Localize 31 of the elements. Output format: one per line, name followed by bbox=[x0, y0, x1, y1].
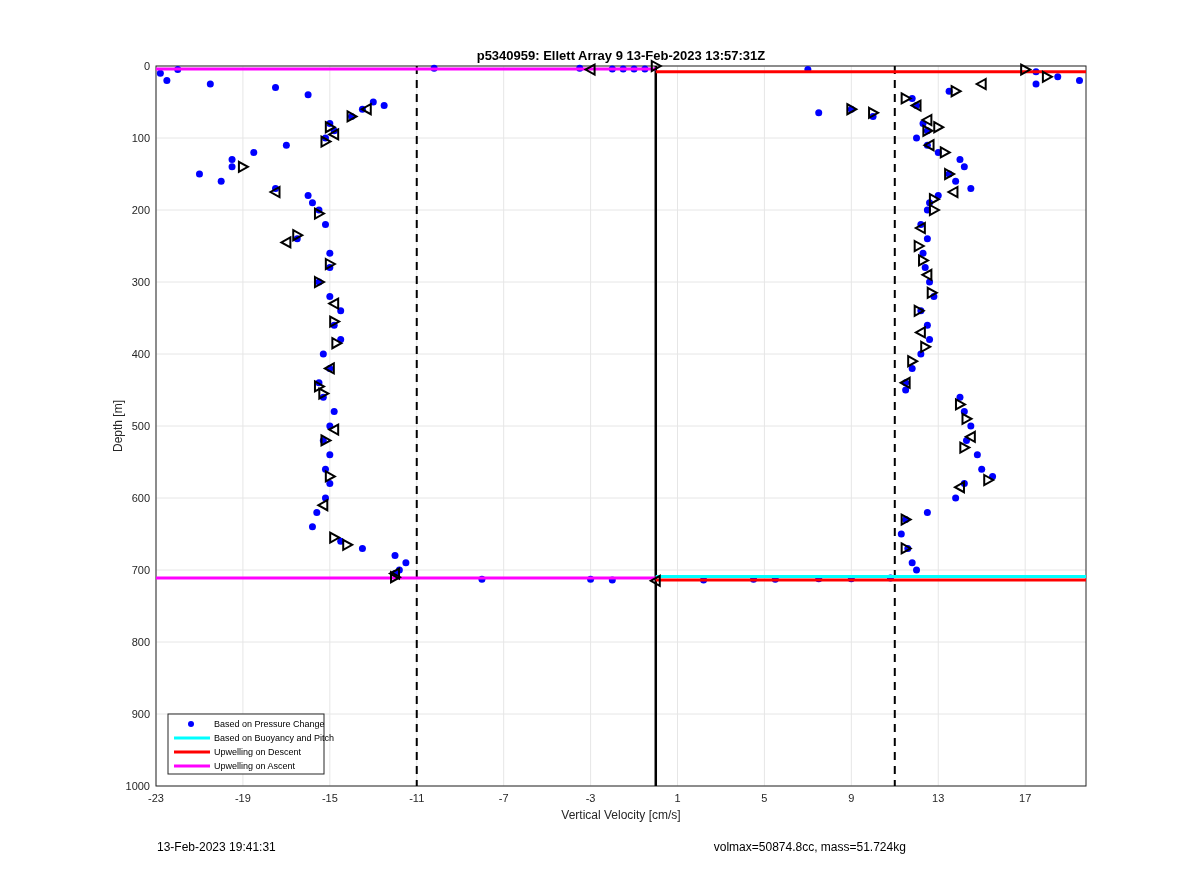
tick-label: 1000 bbox=[125, 780, 150, 792]
summary-text: volmax=50874.8cc, mass=51.724kg bbox=[713, 840, 906, 854]
legend-label: Based on Buoyancy and Pitch bbox=[214, 733, 335, 743]
tick-label: 800 bbox=[131, 636, 150, 648]
tick-label: -15 bbox=[321, 792, 338, 804]
chart-title: p5340959: Ellett Array 9 13-Feb-2023 13:57:31Z bbox=[476, 48, 766, 63]
tick-label: 400 bbox=[131, 348, 150, 360]
legend-label: Upwelling on Descent bbox=[214, 747, 302, 757]
tick-label: -11 bbox=[409, 792, 425, 804]
tick-label: 500 bbox=[131, 420, 150, 432]
tick-label: -19 bbox=[234, 792, 251, 804]
legend-label: Upwelling on Ascent bbox=[214, 761, 296, 771]
tick-label: 5 bbox=[761, 792, 768, 804]
tick-label: 200 bbox=[131, 204, 150, 216]
axis-label: Depth [m] bbox=[111, 400, 125, 452]
axis-label: Vertical Velocity [cm/s] bbox=[561, 808, 681, 822]
tick-label: -23 bbox=[148, 792, 164, 804]
tick-label: 100 bbox=[131, 132, 150, 144]
tick-label: -7 bbox=[498, 792, 509, 804]
tick-label: 900 bbox=[131, 708, 150, 720]
tick-label: 9 bbox=[848, 792, 855, 804]
tick-label: 700 bbox=[131, 564, 150, 576]
tick-label: -3 bbox=[585, 792, 596, 804]
tick-label: 13 bbox=[932, 792, 945, 804]
tick-label: 0 bbox=[143, 60, 150, 72]
timestamp-text: 13-Feb-2023 19:41:31 bbox=[157, 840, 276, 854]
tick-label: 17 bbox=[1019, 792, 1032, 804]
legend-label: Based on Pressure Change bbox=[214, 719, 325, 729]
tick-label: 600 bbox=[131, 492, 150, 504]
tick-label: 1 bbox=[674, 792, 681, 804]
tick-label: 300 bbox=[131, 276, 150, 288]
